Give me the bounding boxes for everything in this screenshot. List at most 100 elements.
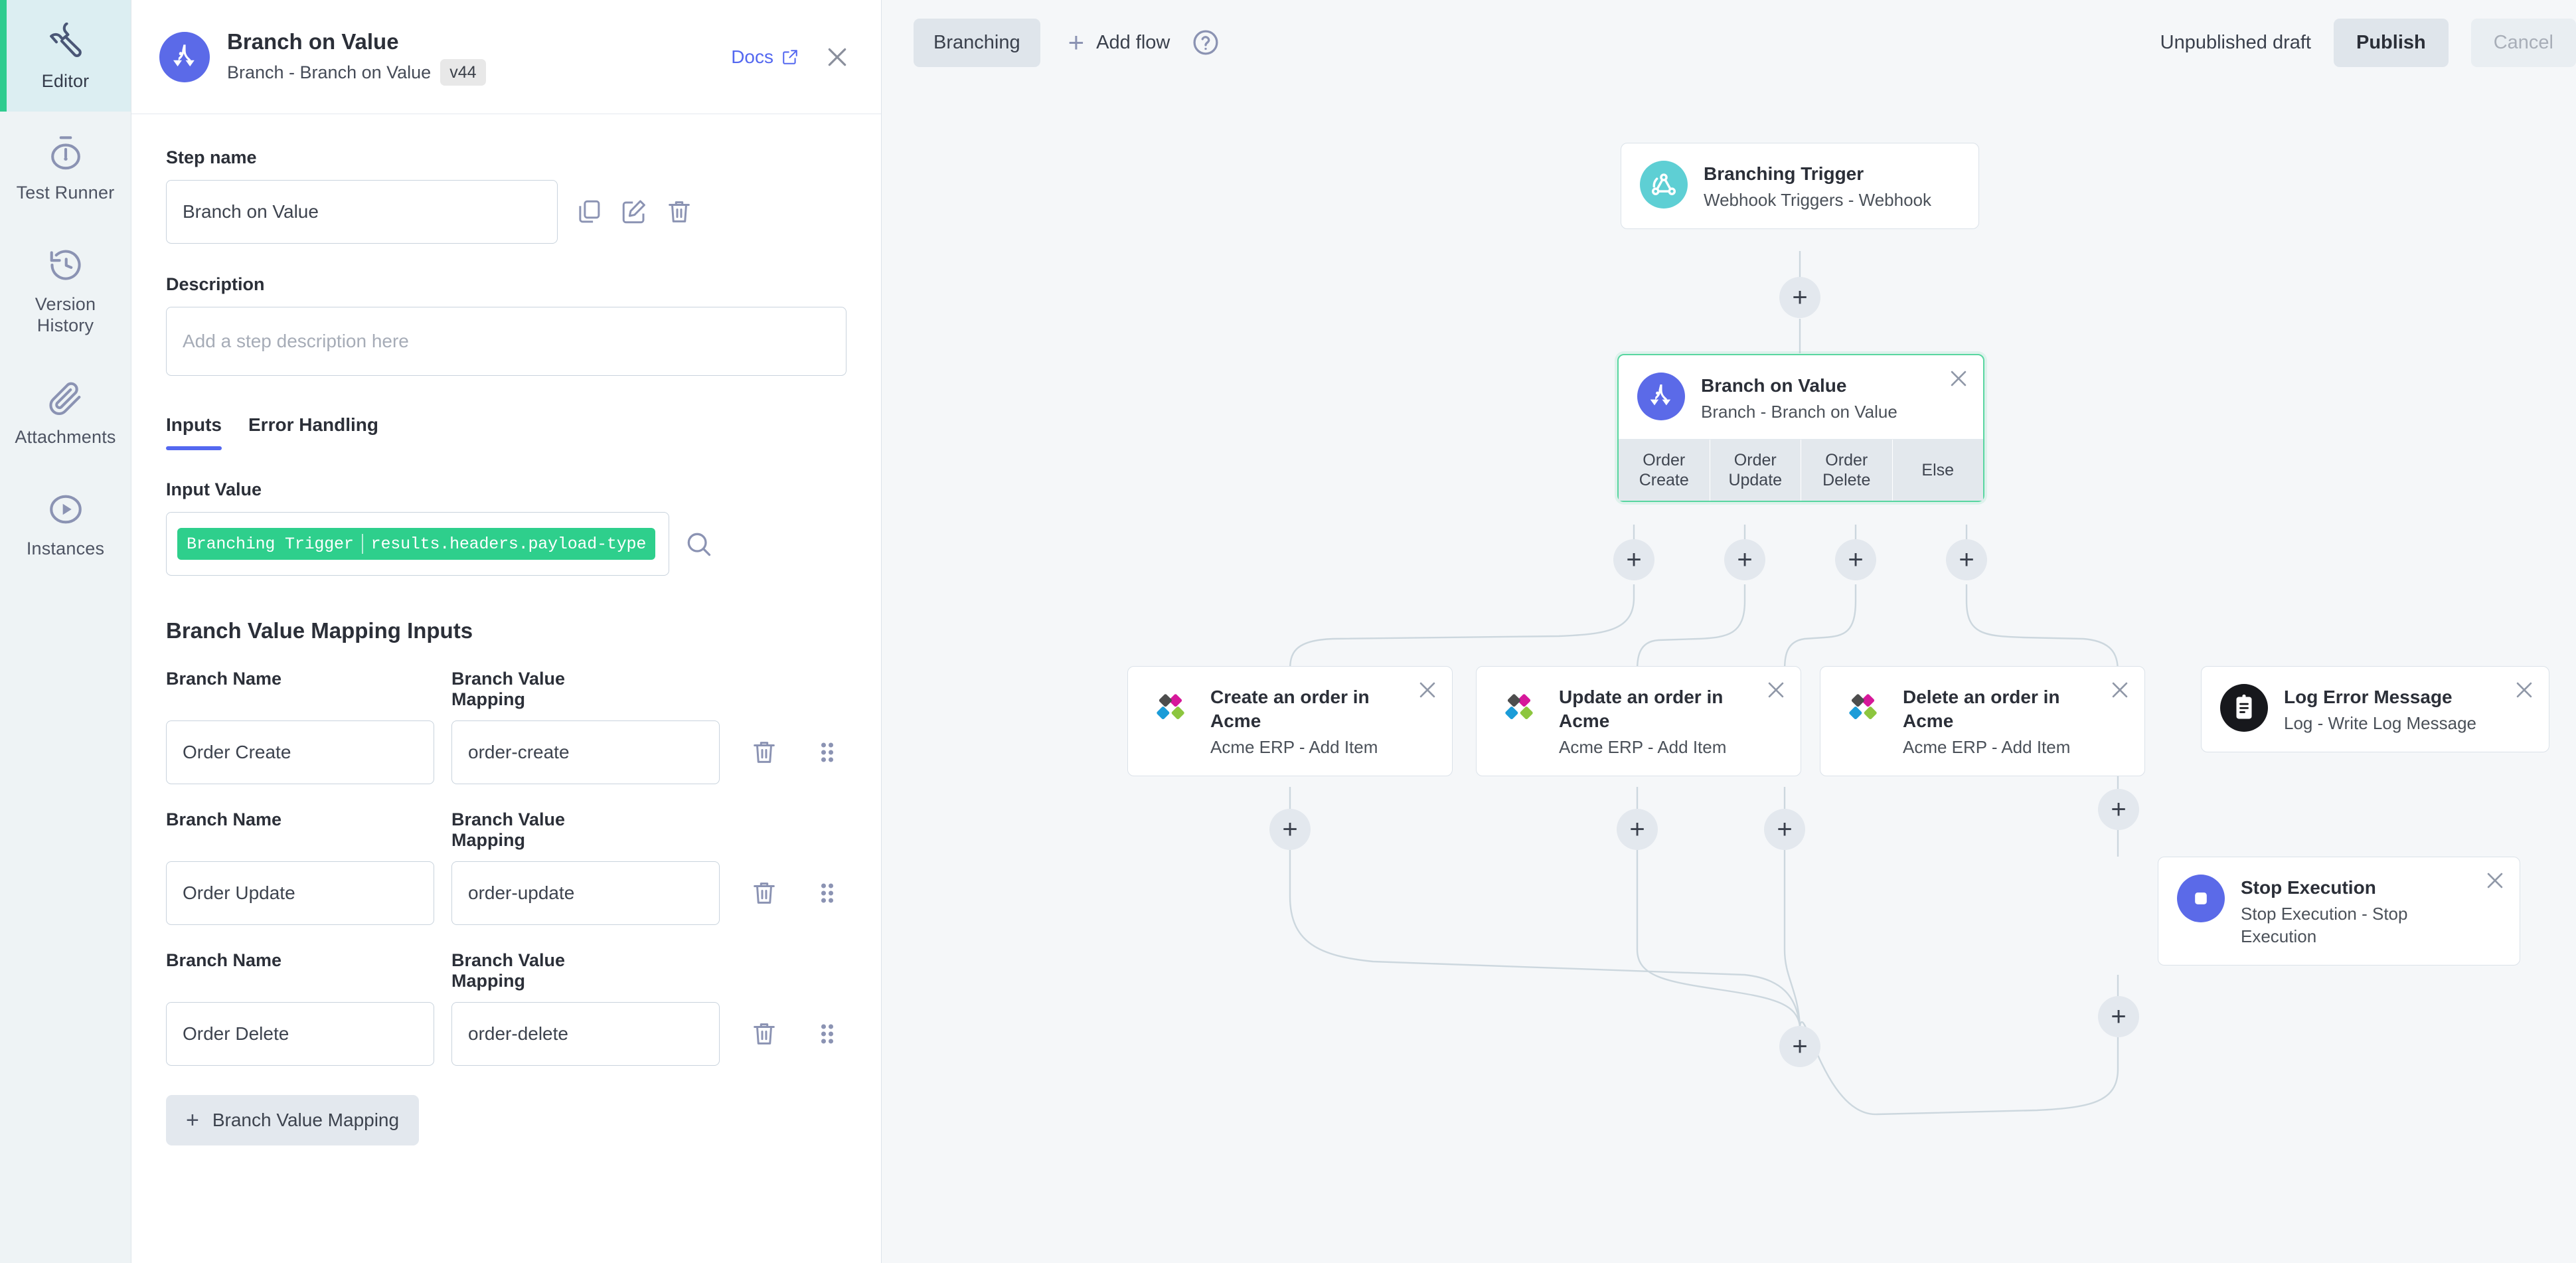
history-clock-icon bbox=[46, 246, 85, 284]
token-source: Branching Trigger bbox=[187, 534, 354, 554]
flow-tab-branching[interactable]: Branching bbox=[914, 18, 1040, 67]
flow-node-update-order[interactable]: Update an order in Acme Acme ERP - Add I… bbox=[1476, 666, 1801, 776]
rail-item-editor[interactable]: Editor bbox=[0, 0, 131, 112]
tab-inputs[interactable]: Inputs bbox=[166, 414, 222, 450]
rail-item-label: Attachments bbox=[15, 427, 116, 447]
external-link-icon bbox=[783, 49, 797, 64]
add-step-button[interactable]: + bbox=[1617, 809, 1658, 850]
input-value-token[interactable]: Branching Trigger results.headers.payloa… bbox=[177, 528, 656, 560]
branch-name-column-header: Branch Name bbox=[166, 809, 282, 829]
add-step-button[interactable]: + bbox=[1764, 809, 1805, 850]
rail-item-test-runner[interactable]: Test Runner bbox=[0, 112, 131, 223]
add-step-button[interactable]: + bbox=[1946, 539, 1987, 580]
version-badge: v44 bbox=[440, 58, 486, 86]
flow-node-branch-on-value[interactable]: Branch on Value Branch - Branch on Value… bbox=[1617, 354, 1984, 502]
trash-icon bbox=[754, 1023, 775, 1045]
node-subtitle: Log - Write Log Message bbox=[2284, 713, 2476, 733]
remove-node-button[interactable] bbox=[2484, 869, 2506, 892]
node-title: Branching Trigger bbox=[1704, 163, 1864, 184]
add-branch-value-mapping-button[interactable]: + Branch Value Mapping bbox=[166, 1095, 420, 1145]
stop-square-icon bbox=[2177, 875, 2225, 922]
add-step-button[interactable]: + bbox=[1724, 539, 1765, 580]
add-step-button[interactable]: + bbox=[1779, 1026, 1820, 1067]
trash-icon bbox=[754, 742, 775, 763]
node-subtitle: Acme ERP - Add Item bbox=[1559, 737, 1727, 757]
panel-header-texts: Branch on Value Branch - Branch on Value… bbox=[227, 29, 714, 86]
node-title: Create an order in Acme bbox=[1210, 687, 1370, 731]
delete-mapping-button[interactable] bbox=[750, 879, 778, 907]
flow-canvas[interactable]: Branching + Add flow Unpublished draft P… bbox=[882, 0, 2576, 1263]
drag-handle-icon[interactable] bbox=[815, 1019, 839, 1049]
primary-nav-rail: Editor Test Runner Version History Attac… bbox=[0, 0, 131, 1263]
input-value-group: Input Value Branching Trigger results.he… bbox=[166, 479, 846, 576]
remove-node-button[interactable] bbox=[2513, 679, 2536, 701]
add-step-button[interactable]: + bbox=[1835, 539, 1876, 580]
rail-item-label: Editor bbox=[41, 71, 90, 91]
edit-step-button[interactable] bbox=[620, 198, 648, 226]
branch-output-order-create[interactable]: Order Create bbox=[1619, 440, 1710, 501]
help-button[interactable] bbox=[1191, 28, 1220, 57]
trash-icon bbox=[669, 201, 690, 222]
add-flow-button[interactable]: + Add flow bbox=[1068, 27, 1170, 58]
delete-step-button[interactable] bbox=[665, 198, 693, 226]
close-panel-button[interactable] bbox=[824, 44, 850, 70]
copy-icon bbox=[579, 200, 600, 223]
add-step-button[interactable]: + bbox=[1613, 539, 1654, 580]
description-input[interactable]: Add a step description here bbox=[166, 307, 846, 376]
drag-handle-icon[interactable] bbox=[815, 738, 839, 767]
branch-name-input[interactable]: Order Delete bbox=[166, 1002, 434, 1066]
search-input-value-button[interactable] bbox=[684, 529, 713, 558]
flow-node-stop-execution[interactable]: Stop Execution Stop Execution - Stop Exe… bbox=[2158, 857, 2520, 966]
rail-item-label: Instances bbox=[26, 539, 105, 558]
flow-node-log-error-message[interactable]: Log Error Message Log - Write Log Messag… bbox=[2201, 666, 2549, 752]
close-icon bbox=[1768, 682, 1784, 698]
close-icon bbox=[1951, 371, 1967, 386]
draft-status-text: Unpublished draft bbox=[2160, 31, 2311, 53]
edit-pencil-icon bbox=[622, 200, 645, 224]
branch-output-order-update[interactable]: Order Update bbox=[1710, 440, 1801, 501]
add-step-button[interactable]: + bbox=[2098, 996, 2139, 1037]
branch-value-input[interactable]: order-update bbox=[451, 861, 720, 925]
cancel-button[interactable]: Cancel bbox=[2470, 18, 2576, 67]
branch-value-input[interactable]: order-delete bbox=[451, 1002, 720, 1066]
rail-item-version-history[interactable]: Version History bbox=[0, 223, 131, 356]
remove-node-button[interactable] bbox=[1765, 679, 1787, 701]
duplicate-step-button[interactable] bbox=[575, 198, 603, 226]
add-step-button[interactable]: + bbox=[1269, 809, 1311, 850]
toolbar-right-group: Unpublished draft Publish Cancel bbox=[2160, 18, 2576, 67]
remove-node-button[interactable] bbox=[1947, 367, 1970, 390]
add-flow-label: Add flow bbox=[1096, 31, 1170, 53]
delete-mapping-button[interactable] bbox=[750, 1020, 778, 1048]
drag-handle-icon[interactable] bbox=[815, 879, 839, 908]
remove-node-button[interactable] bbox=[2109, 679, 2131, 701]
rail-item-attachments[interactable]: Attachments bbox=[0, 356, 131, 467]
add-step-button[interactable]: + bbox=[2098, 789, 2139, 830]
flow-node-branching-trigger[interactable]: Branching Trigger Webhook Triggers - Web… bbox=[1621, 143, 1979, 229]
step-name-input[interactable]: Branch on Value bbox=[166, 180, 558, 244]
branch-name-column-header: Branch Name bbox=[166, 669, 282, 689]
branch-name-input[interactable]: Order Update bbox=[166, 861, 434, 925]
docs-link[interactable]: Docs bbox=[731, 46, 799, 68]
branch-output-order-delete[interactable]: Order Delete bbox=[1801, 440, 1893, 501]
rail-item-instances[interactable]: Instances bbox=[0, 467, 131, 579]
delete-mapping-button[interactable] bbox=[750, 738, 778, 766]
branch-output-else[interactable]: Else bbox=[1892, 440, 1983, 501]
branch-icon bbox=[159, 31, 210, 82]
close-icon bbox=[828, 48, 846, 66]
branch-mapping-row: Branch Name Branch Value Mapping Order U… bbox=[166, 809, 846, 925]
input-value-field[interactable]: Branching Trigger results.headers.payloa… bbox=[166, 512, 669, 576]
acme-diamond-icon bbox=[1839, 684, 1887, 732]
node-subtitle: Webhook Triggers - Webhook bbox=[1704, 190, 1931, 210]
node-subtitle: Branch - Branch on Value bbox=[1701, 402, 1897, 422]
remove-node-button[interactable] bbox=[1416, 679, 1439, 701]
branch-name-input[interactable]: Order Create bbox=[166, 720, 434, 784]
flow-node-create-order[interactable]: Create an order in Acme Acme ERP - Add I… bbox=[1127, 666, 1453, 776]
tab-error-handling[interactable]: Error Handling bbox=[248, 414, 378, 450]
publish-button[interactable]: Publish bbox=[2333, 18, 2449, 67]
plus-icon: + bbox=[1068, 27, 1085, 58]
step-name-label: Step name bbox=[166, 147, 257, 167]
flow-node-delete-order[interactable]: Delete an order in Acme Acme ERP - Add I… bbox=[1820, 666, 2145, 776]
branch-value-column-header: Branch Value Mapping bbox=[451, 809, 566, 850]
add-step-button[interactable]: + bbox=[1779, 277, 1820, 318]
branch-value-input[interactable]: order-create bbox=[451, 720, 720, 784]
